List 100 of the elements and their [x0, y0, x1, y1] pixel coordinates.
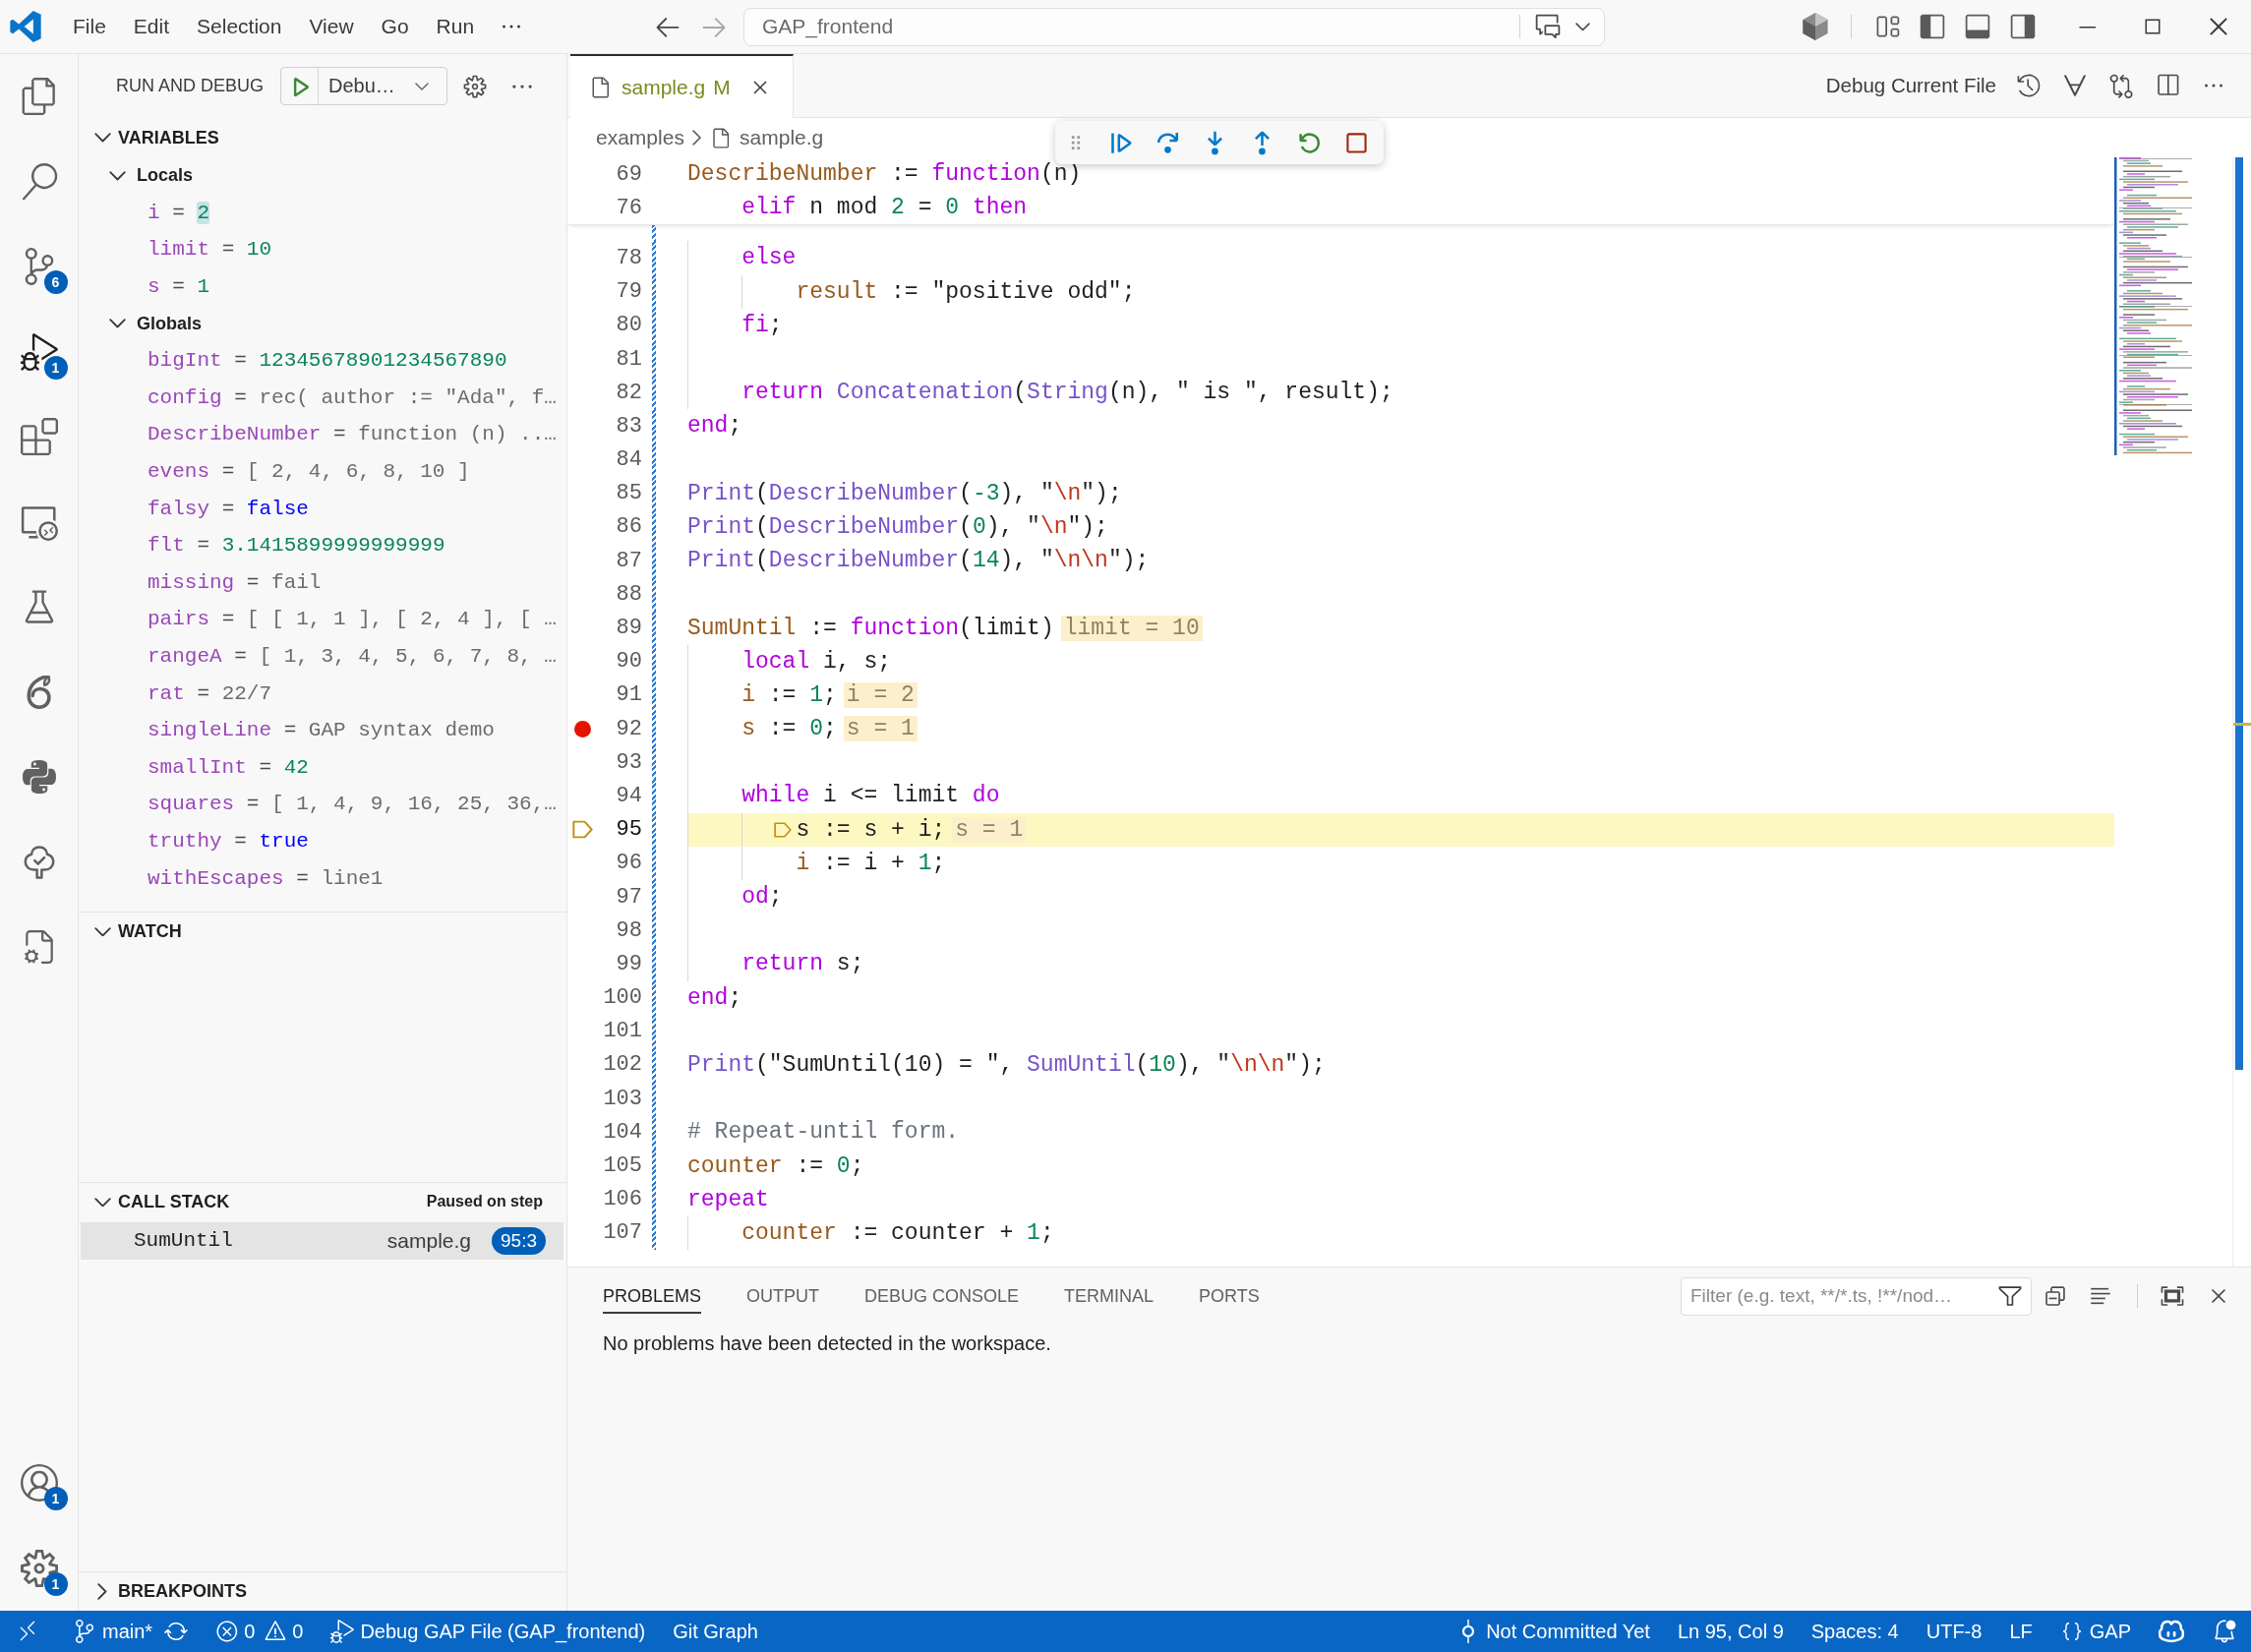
editor-tab[interactable]: sample.g M	[570, 54, 794, 118]
encoding-status[interactable]: UTF-8	[1916, 1611, 1992, 1652]
chevron-down-icon[interactable]	[108, 319, 126, 328]
chevron-down-icon[interactable]	[93, 1197, 111, 1208]
language-status[interactable]: GAP	[2049, 1611, 2141, 1652]
variable-item[interactable]: limit = 10	[79, 231, 566, 268]
code-line: counter := counter + 1;	[741, 1219, 1054, 1246]
problems-status[interactable]: 0 0	[206, 1611, 314, 1652]
branch-status[interactable]: main*	[55, 1611, 163, 1652]
variable-item[interactable]: withEscapes = line1	[79, 859, 566, 897]
menu-item[interactable]: Run	[422, 9, 489, 44]
breadcrumb-item[interactable]: sample.g	[740, 126, 824, 149]
maximize-icon[interactable]	[2160, 1283, 2185, 1309]
error-count: 0	[244, 1620, 256, 1643]
chevron-right-icon	[691, 130, 702, 146]
run-debug-icon[interactable]	[20, 332, 58, 371]
git-compare-icon[interactable]	[2107, 73, 2134, 98]
variable-item[interactable]: flt = 3.1415899999999999	[79, 526, 566, 564]
blame-status[interactable]: Not Committed Yet	[1447, 1611, 1660, 1652]
variable-item[interactable]: squares = [ 1, 4, 9, 16, 25, 36,…	[79, 786, 566, 823]
line-number: 100	[602, 984, 642, 1013]
bot-face-icon[interactable]	[2159, 1619, 2184, 1644]
panel-tab[interactable]: TERMINAL	[1064, 1278, 1155, 1314]
debug-current-file-button[interactable]: Debug Current File	[1825, 74, 1996, 97]
cursor-position[interactable]: Ln 95, Col 9	[1667, 1611, 1794, 1652]
launch-config-dropdown[interactable]: Debu…	[280, 67, 448, 105]
chevron-down-icon[interactable]	[1575, 22, 1590, 31]
section-header[interactable]: VARIABLES	[79, 118, 566, 157]
variable-item[interactable]: missing = fail	[79, 563, 566, 602]
paused-status: Paused on step	[426, 1193, 543, 1211]
collapse-all-icon[interactable]	[2043, 1283, 2068, 1309]
debug-status[interactable]: Debug GAP File (GAP_frontend)	[321, 1611, 656, 1652]
history-icon[interactable]	[2015, 73, 2042, 98]
chevron-down-icon[interactable]	[93, 926, 111, 937]
git-graph-button[interactable]: Git Graph	[663, 1611, 768, 1652]
line-number: 97	[615, 883, 642, 912]
variable-item[interactable]: truthy = true	[79, 822, 566, 860]
sidebar-right-icon[interactable]	[2009, 13, 2037, 40]
sync-icon[interactable]	[164, 1620, 189, 1643]
indentation-status[interactable]: Spaces: 4	[1801, 1611, 1909, 1652]
variable-item[interactable]: pairs = [ [ 1, 1 ], [ 2, 4 ], [ …	[79, 601, 566, 638]
line-number: 81	[615, 345, 642, 374]
line-number: 98	[615, 916, 642, 945]
menu-item[interactable]: Edit	[119, 9, 184, 44]
line-number: 107	[602, 1219, 642, 1248]
panel-tab[interactable]: OUTPUT	[746, 1278, 820, 1314]
chevron-down-icon[interactable]	[415, 82, 430, 90]
menu-item[interactable]: Selection	[183, 9, 296, 44]
chat-icon[interactable]	[1534, 13, 1562, 40]
branch-icon	[73, 1620, 96, 1643]
chevron-right-icon[interactable]	[97, 1583, 107, 1600]
line-number: 86	[615, 513, 642, 542]
breakpoint-icon[interactable]	[574, 720, 591, 738]
scope-item[interactable]: Globals	[79, 305, 566, 342]
files-icon[interactable]	[20, 78, 58, 116]
variable-item[interactable]: falsy = false	[79, 490, 566, 527]
panel-bottom-icon[interactable]	[1964, 13, 1991, 40]
filter-field[interactable]: Filter (e.g. text, **/*.ts, !**/nod…	[1681, 1276, 2032, 1316]
section-header[interactable]: CALL STACK Paused on step	[79, 1181, 566, 1221]
variable-item[interactable]: smallInt = 42	[79, 748, 566, 787]
code-line: s := 0;	[741, 716, 837, 742]
variable-item[interactable]: evens = [ 2, 4, 6, 8, 10 ]	[79, 452, 566, 491]
bell-icon[interactable]	[2212, 1619, 2237, 1644]
chevron-down-icon[interactable]	[108, 170, 126, 181]
variable-item[interactable]: rat = 22/7	[79, 675, 566, 712]
breadcrumb-item[interactable]: examples	[596, 126, 684, 149]
line-number: 99	[615, 950, 642, 978]
scope-item[interactable]: Locals	[79, 157, 566, 195]
extensions-icon[interactable]	[20, 418, 58, 456]
chevron-down-icon[interactable]	[93, 133, 111, 143]
cube-icon[interactable]	[1802, 13, 1829, 40]
variable-item[interactable]: singleLine = GAP syntax demo	[79, 711, 566, 749]
count-badge: 1	[43, 355, 68, 380]
variable-item[interactable]: bigInt = 12345678901234567890	[79, 341, 566, 380]
panel-tab[interactable]: DEBUG CONSOLE	[864, 1278, 1020, 1314]
menu-item[interactable]: File	[59, 9, 120, 44]
variable-item[interactable]: i = 2	[79, 194, 566, 232]
section-header[interactable]: WATCH	[79, 911, 566, 951]
variable-item[interactable]: DescribeNumber = function (n) ..…	[79, 416, 566, 453]
command-center[interactable]: GAP_frontend	[743, 7, 1605, 46]
line-ending-status[interactable]: LF	[1999, 1611, 2043, 1652]
line-number: 82	[615, 379, 642, 407]
variable-item[interactable]: rangeA = [ 1, 3, 4, 5, 6, 7, 8, …	[79, 637, 566, 676]
filter-icon[interactable]	[1997, 1283, 2023, 1309]
menu-item[interactable]: Go	[367, 9, 423, 44]
stack-frame[interactable]: SumUntil sample.g 95:3	[81, 1221, 563, 1260]
sidebar-left-icon[interactable]	[1919, 13, 1946, 40]
menu-item[interactable]: View	[295, 9, 368, 44]
tree-check-icon[interactable]	[22, 845, 56, 879]
search-icon[interactable]	[20, 162, 58, 201]
code-line: i := 1;	[741, 681, 837, 708]
python-logo-icon[interactable]	[22, 760, 56, 795]
settings-icon[interactable]	[462, 73, 489, 99]
line-number: 88	[615, 580, 642, 609]
for-all-icon[interactable]	[2063, 75, 2086, 96]
variable-item[interactable]: s = 1	[79, 267, 566, 306]
variable-item[interactable]: config = rec( author := "Ada", f…	[79, 379, 566, 417]
code-line: Print(DescribeNumber(-3), "\n");	[687, 480, 1122, 506]
panel-tab[interactable]: PORTS	[1199, 1278, 1260, 1314]
panel-tab[interactable]: PROBLEMS	[603, 1278, 702, 1314]
